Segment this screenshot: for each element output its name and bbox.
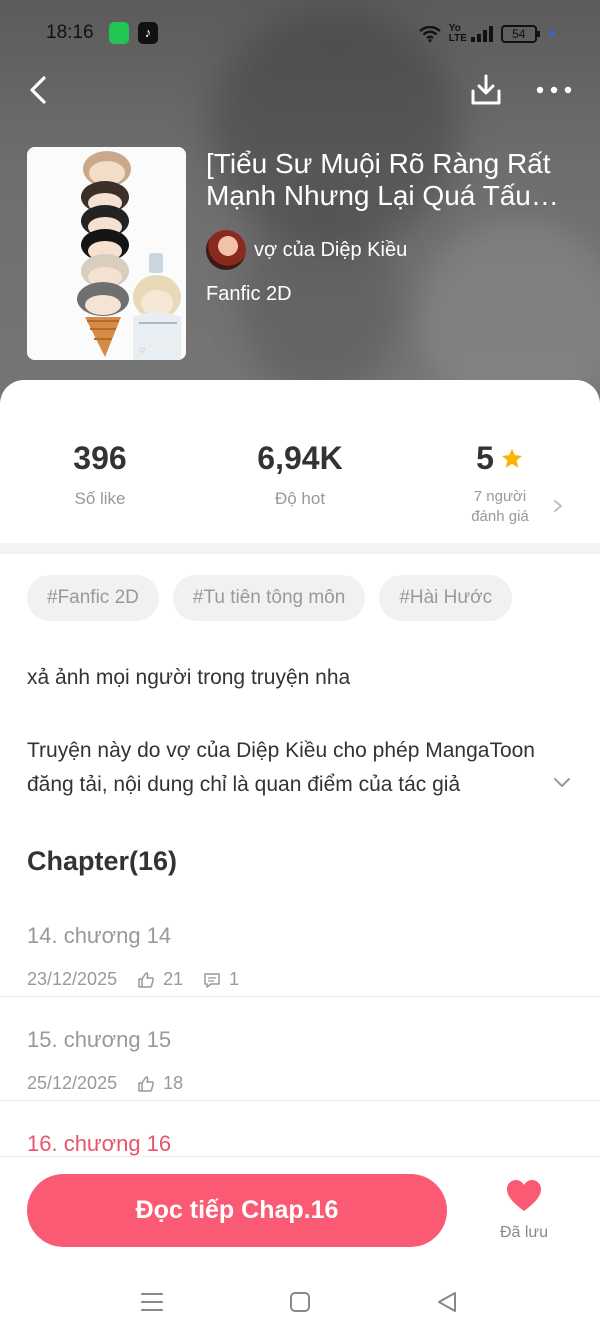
- star-icon: [501, 448, 522, 468]
- comic-genre[interactable]: Fanfic 2D: [206, 283, 292, 306]
- back-triangle-icon[interactable]: [434, 1289, 462, 1315]
- author-name[interactable]: vợ của Diệp Kiều: [254, 239, 407, 262]
- chapter-date: 23/12/2025: [27, 969, 118, 989]
- signal-icon: [470, 26, 493, 42]
- tag-chip[interactable]: #Tu tiên tông môn: [172, 575, 366, 621]
- hot-label: Độ hot: [274, 489, 326, 508]
- comment-icon: [204, 972, 220, 988]
- tag-list: #Fanfic 2D #Tu tiên tông môn #Hài Hước: [27, 575, 513, 621]
- bottom-action-bar: Đọc tiếp Chap.16 Đã lưu: [0, 1157, 600, 1267]
- chapter-list-heading: Chapter(16): [27, 846, 178, 876]
- tiktok-icon: ♪: [138, 22, 158, 44]
- saved-label: Đã lưu: [499, 1224, 549, 1241]
- likes-stat: 396 Số like: [0, 440, 200, 509]
- chevron-down-icon[interactable]: [552, 776, 572, 790]
- section-divider: [0, 543, 600, 554]
- author-avatar[interactable]: [206, 230, 246, 270]
- chapter-date: 25/12/2025: [27, 1073, 118, 1093]
- thumbs-up-icon: [138, 971, 154, 988]
- download-icon[interactable]: [468, 72, 504, 108]
- rating-stat[interactable]: 5 7 người đánh giá: [400, 440, 600, 527]
- volte-icon: Yo LTE: [448, 23, 467, 44]
- system-navigation-bar: [0, 1267, 600, 1337]
- stats-row: 396 Số like 6,94K Độ hot 5 7 người đánh …: [0, 380, 600, 543]
- clock: 18:16: [46, 22, 94, 43]
- chapter-title[interactable]: 14. chương 14: [27, 923, 171, 949]
- menu-icon[interactable]: [138, 1289, 166, 1315]
- comic-cover-image[interactable]: ♡: [27, 147, 186, 360]
- description-line: xả ảnh mọi người trong truyện nha: [27, 666, 351, 689]
- chapter-row[interactable]: 14. chương 14 23/12/2025 21 1: [0, 893, 600, 997]
- chapter-row[interactable]: 15. chương 15 25/12/2025 18: [0, 997, 600, 1101]
- chevron-right-icon[interactable]: [551, 498, 565, 514]
- chapter-likes: 18: [163, 1073, 184, 1093]
- wifi-icon: [419, 26, 441, 42]
- comic-title: [Tiểu Sư Muội Rõ Ràng Rất Mạnh Nhưng Lại…: [206, 148, 551, 211]
- rating-suffix-text: đánh giá: [471, 508, 529, 525]
- app-notification-icon: [109, 22, 129, 44]
- chevron-left-icon[interactable]: [22, 72, 56, 108]
- chapter-likes: 21: [163, 969, 184, 989]
- chapter-comments: 1: [229, 969, 240, 989]
- tag-chip[interactable]: #Fanfic 2D: [27, 575, 159, 621]
- rating-count-text: 7 người: [473, 488, 527, 505]
- chibi-characters-illustration: ♡: [27, 147, 186, 360]
- rating-label: 7 người đánh giá: [400, 487, 600, 527]
- likes-count: 396: [73, 440, 127, 476]
- description-text: Truyện này do vợ của Diệp Kiều cho phép …: [27, 739, 535, 796]
- hero-header: 18:16 ♪ Yo LTE 54 ⚡ ♡ [Tiểu Sư Muội Rõ R…: [0, 0, 600, 420]
- rating-value: 5: [476, 440, 494, 476]
- home-square-icon[interactable]: [286, 1289, 314, 1315]
- thumbs-up-icon: [138, 1075, 154, 1092]
- heart-icon[interactable]: [506, 1179, 542, 1213]
- likes-label: Số like: [74, 489, 126, 508]
- continue-reading-button[interactable]: Đọc tiếp Chap.16: [27, 1174, 447, 1247]
- status-icons: Yo LTE 54 ⚡: [419, 22, 558, 46]
- svg-text:♡: ♡: [139, 347, 145, 355]
- status-bar: 18:16 ♪ Yo LTE 54 ⚡: [0, 0, 600, 68]
- rating-value-row: 5: [400, 440, 600, 477]
- more-horizontal-icon[interactable]: [534, 78, 574, 102]
- tag-chip[interactable]: #Hài Hước: [379, 575, 513, 621]
- hot-stat: 6,94K Độ hot: [200, 440, 400, 509]
- battery-icon: 54: [500, 25, 540, 43]
- chapter-meta: 23/12/2025 21 1: [27, 969, 239, 990]
- chapter-meta: 25/12/2025 18: [27, 1073, 183, 1094]
- chapter-title[interactable]: 16. chương 16: [27, 1131, 171, 1157]
- author-link[interactable]: vợ của Diệp Kiều: [206, 230, 407, 270]
- charging-icon: ⚡: [546, 26, 558, 43]
- chapter-title[interactable]: 15. chương 15: [27, 1027, 171, 1053]
- hot-count: 6,94K: [257, 440, 343, 476]
- saved-button[interactable]: Đã lưu: [488, 1179, 560, 1242]
